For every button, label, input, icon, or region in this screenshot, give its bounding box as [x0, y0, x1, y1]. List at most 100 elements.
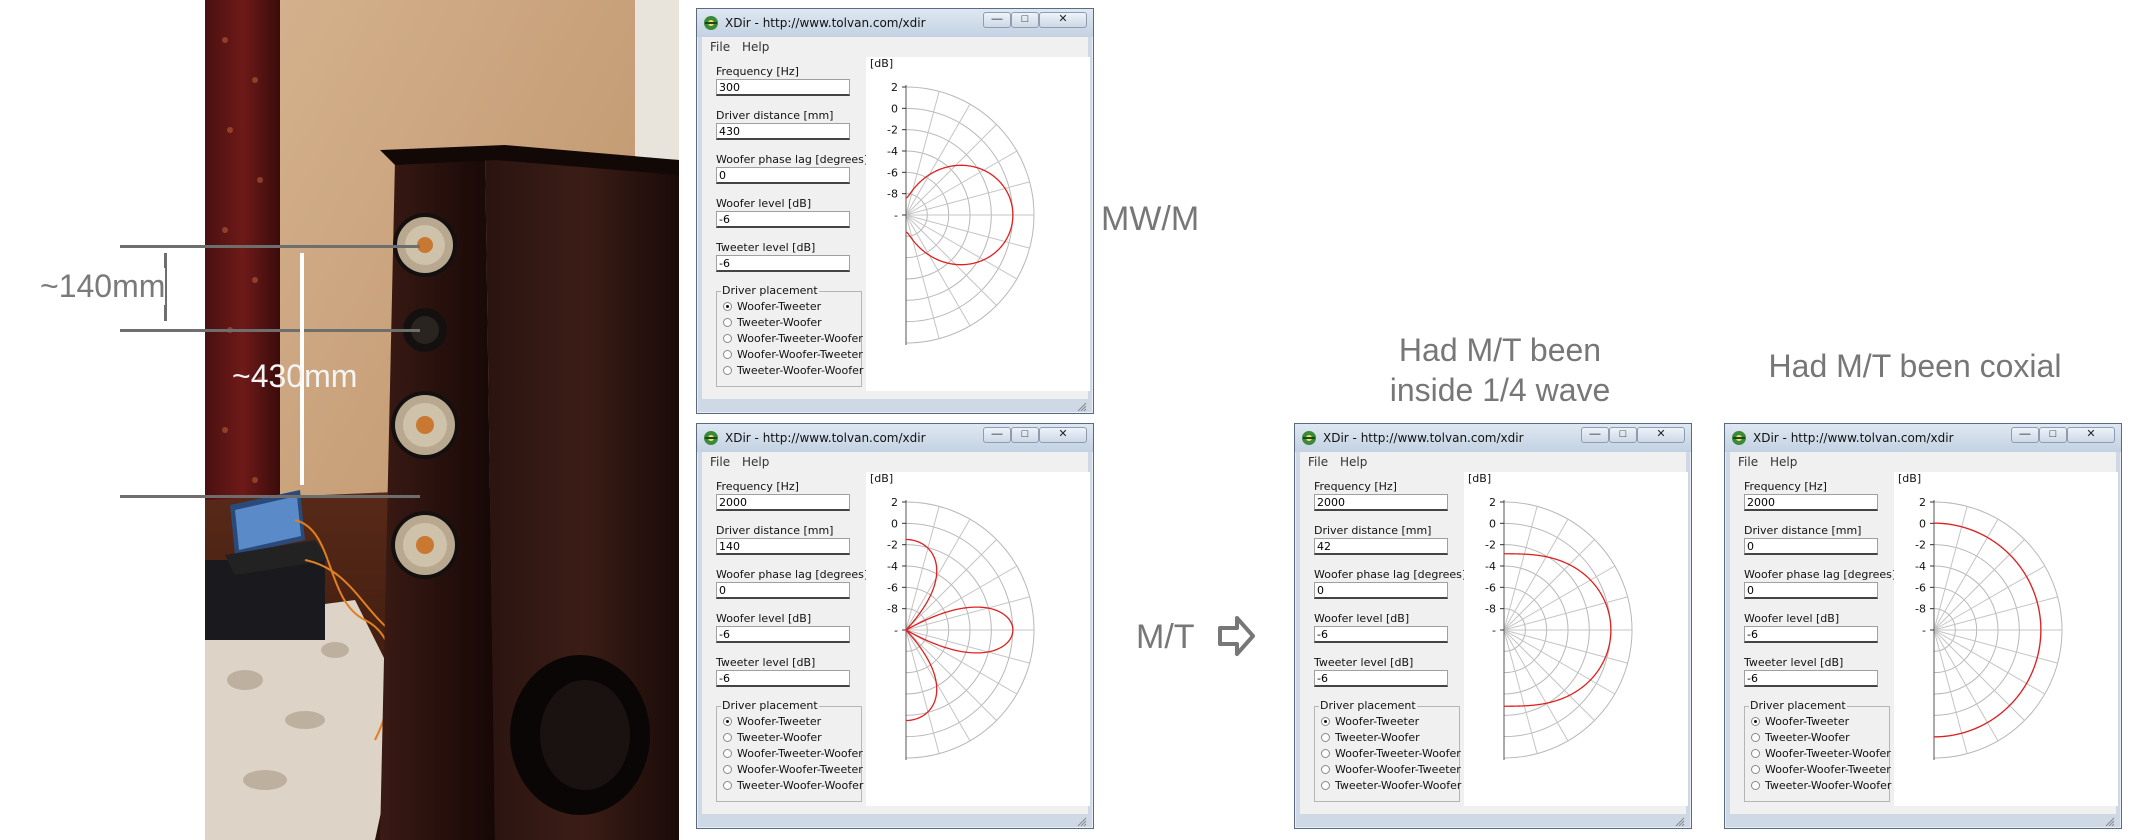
radio-tweeter-woofer-woofer[interactable]: Tweeter-Woofer-Woofer	[723, 779, 863, 793]
menu-help[interactable]: Help	[1770, 455, 1797, 469]
maximize-button[interactable]: □	[1011, 427, 1039, 443]
frequency-input[interactable]: 2000	[1314, 494, 1448, 511]
menu-bar: File Help	[702, 452, 1088, 473]
distance-input[interactable]: 42	[1314, 538, 1448, 555]
radio-woofer-woofer-tweeter[interactable]: Woofer-Woofer-Tweeter	[723, 763, 863, 777]
resize-grip-icon[interactable]	[1077, 402, 1087, 412]
minimize-button[interactable]: —	[983, 427, 1011, 443]
radio-tweeter-woofer-woofer[interactable]: Tweeter-Woofer-Woofer	[723, 364, 863, 378]
radio-tweeter-woofer[interactable]: Tweeter-Woofer	[723, 731, 822, 745]
woofer-level-label: Woofer level [dB]	[716, 197, 812, 210]
db-tick-label: -4	[1915, 560, 1926, 573]
woofer-level-input[interactable]: -6	[1744, 626, 1878, 643]
radio-woofer-tweeter[interactable]: Woofer-Tweeter	[723, 715, 821, 729]
tweeter-level-label: Tweeter level [dB]	[1314, 656, 1414, 669]
radio-woofer-woofer-tweeter[interactable]: Woofer-Woofer-Tweeter	[1321, 763, 1461, 777]
title-bar[interactable]: XDir - http://www.tolvan.com/xdir — □ ✕	[697, 424, 1093, 452]
radio-woofer-tweeter-woofer[interactable]: Woofer-Tweeter-Woofer	[1751, 747, 1891, 761]
measure-line-middle	[120, 329, 420, 332]
tweeter-level-input[interactable]: -6	[1744, 670, 1878, 687]
radio-label: Tweeter-Woofer-Woofer	[1335, 779, 1462, 792]
title-bar[interactable]: XDir - http://www.tolvan.com/xdir — □ ✕	[697, 9, 1093, 37]
phase-input[interactable]: 0	[1314, 582, 1448, 599]
tweeter-level-label: Tweeter level [dB]	[716, 656, 816, 669]
close-button[interactable]: ✕	[1637, 427, 1685, 443]
close-button[interactable]: ✕	[1039, 12, 1087, 28]
radio-woofer-tweeter-woofer[interactable]: Woofer-Tweeter-Woofer	[723, 747, 863, 761]
client-area: Frequency [Hz] 2000 Driver distance [mm]…	[1300, 472, 1688, 814]
tweeter-level-input[interactable]: -6	[1314, 670, 1448, 687]
minimize-icon: —	[991, 428, 1003, 440]
radio-tweeter-woofer[interactable]: Tweeter-Woofer	[1321, 731, 1420, 745]
db-tick-label: -2	[887, 539, 898, 552]
menu-file[interactable]: File	[1308, 455, 1328, 469]
minimize-button[interactable]: —	[1581, 427, 1609, 443]
distance-input[interactable]: 430	[716, 123, 850, 140]
frequency-input[interactable]: 2000	[716, 494, 850, 511]
frequency-label: Frequency [Hz]	[1314, 480, 1397, 493]
title-bar[interactable]: XDir - http://www.tolvan.com/xdir — □ ✕	[1295, 424, 1691, 452]
frequency-input[interactable]: 300	[716, 79, 850, 96]
radio-tweeter-woofer-woofer[interactable]: Tweeter-Woofer-Woofer	[1321, 779, 1461, 793]
heading-coaxial: Had M/T been coxial	[1768, 348, 2062, 384]
woofer-level-input[interactable]: -6	[1314, 626, 1448, 643]
woofer-level-input[interactable]: -6	[716, 626, 850, 643]
client-area: Frequency [Hz] 2000 Driver distance [mm]…	[1730, 472, 2118, 814]
radio-woofer-tweeter[interactable]: Woofer-Tweeter	[1751, 715, 1849, 729]
close-button[interactable]: ✕	[2067, 427, 2115, 443]
radio-woofer-tweeter[interactable]: Woofer-Tweeter	[1321, 715, 1419, 729]
phase-input[interactable]: 0	[716, 582, 850, 599]
radio-woofer-woofer-tweeter[interactable]: Woofer-Woofer-Tweeter	[1751, 763, 1891, 777]
radio-woofer-tweeter-woofer[interactable]: Woofer-Tweeter-Woofer	[1321, 747, 1461, 761]
polar-grid-spoke	[905, 629, 971, 742]
polar-grid-spoke	[1503, 539, 1595, 631]
menu-file[interactable]: File	[1738, 455, 1758, 469]
close-button[interactable]: ✕	[1039, 427, 1087, 443]
radio-label: Woofer-Woofer-Tweeter	[737, 348, 863, 361]
radio-tweeter-woofer[interactable]: Tweeter-Woofer	[1751, 731, 1850, 745]
db-tick-label: -	[894, 624, 898, 637]
radio-icon	[723, 334, 732, 343]
menu-help[interactable]: Help	[1340, 455, 1367, 469]
menu-help[interactable]: Help	[742, 455, 769, 469]
woofer-level-input[interactable]: -6	[716, 211, 850, 228]
radio-icon	[1751, 749, 1760, 758]
minimize-button[interactable]: —	[2011, 427, 2039, 443]
minimize-button[interactable]: —	[983, 12, 1011, 28]
resize-grip-icon[interactable]	[1077, 817, 1087, 827]
radio-label: Woofer-Woofer-Tweeter	[1765, 763, 1891, 776]
maximize-button[interactable]: □	[1609, 427, 1637, 443]
resize-grip-icon[interactable]	[1675, 817, 1685, 827]
db-tick-label: -8	[1485, 603, 1496, 616]
menu-file[interactable]: File	[710, 455, 730, 469]
db-tick-label: 2	[891, 496, 898, 509]
menu-bar: File Help	[702, 37, 1088, 58]
radio-tweeter-woofer[interactable]: Tweeter-Woofer	[723, 316, 822, 330]
maximize-button[interactable]: □	[1011, 12, 1039, 28]
driver-placement-group: Driver placement Woofer-Tweeter Tweeter-…	[716, 699, 863, 802]
polar-grid-spoke	[905, 565, 1018, 631]
db-tick-label: -8	[887, 603, 898, 616]
title-bar[interactable]: XDir - http://www.tolvan.com/xdir — □ ✕	[1725, 424, 2121, 452]
distance-input[interactable]: 140	[716, 538, 850, 555]
tweeter-level-input[interactable]: -6	[716, 255, 850, 272]
polar-plot: [dB] 2 0 -2 -4 -6 -8 -	[1894, 472, 2118, 806]
phase-input[interactable]: 0	[1744, 582, 1878, 599]
radio-woofer-tweeter-woofer[interactable]: Woofer-Tweeter-Woofer	[723, 332, 863, 346]
tweeter-level-input[interactable]: -6	[716, 670, 850, 687]
maximize-button[interactable]: □	[2039, 427, 2067, 443]
driver-placement-group: Driver placement Woofer-Tweeter Tweeter-…	[1744, 699, 1891, 802]
radio-icon	[1321, 717, 1330, 726]
menu-help[interactable]: Help	[742, 40, 769, 54]
menu-file[interactable]: File	[710, 40, 730, 54]
distance-input[interactable]: 0	[1744, 538, 1878, 555]
db-unit-label: [dB]	[870, 57, 893, 70]
frequency-input[interactable]: 2000	[1744, 494, 1878, 511]
radio-label: Tweeter-Woofer	[1765, 731, 1850, 744]
radio-woofer-woofer-tweeter[interactable]: Woofer-Woofer-Tweeter	[723, 348, 863, 362]
radio-tweeter-woofer-woofer[interactable]: Tweeter-Woofer-Woofer	[1751, 779, 1891, 793]
app-icon	[704, 16, 718, 30]
radio-woofer-tweeter[interactable]: Woofer-Tweeter	[723, 300, 821, 314]
resize-grip-icon[interactable]	[2105, 817, 2115, 827]
phase-input[interactable]: 0	[716, 167, 850, 184]
